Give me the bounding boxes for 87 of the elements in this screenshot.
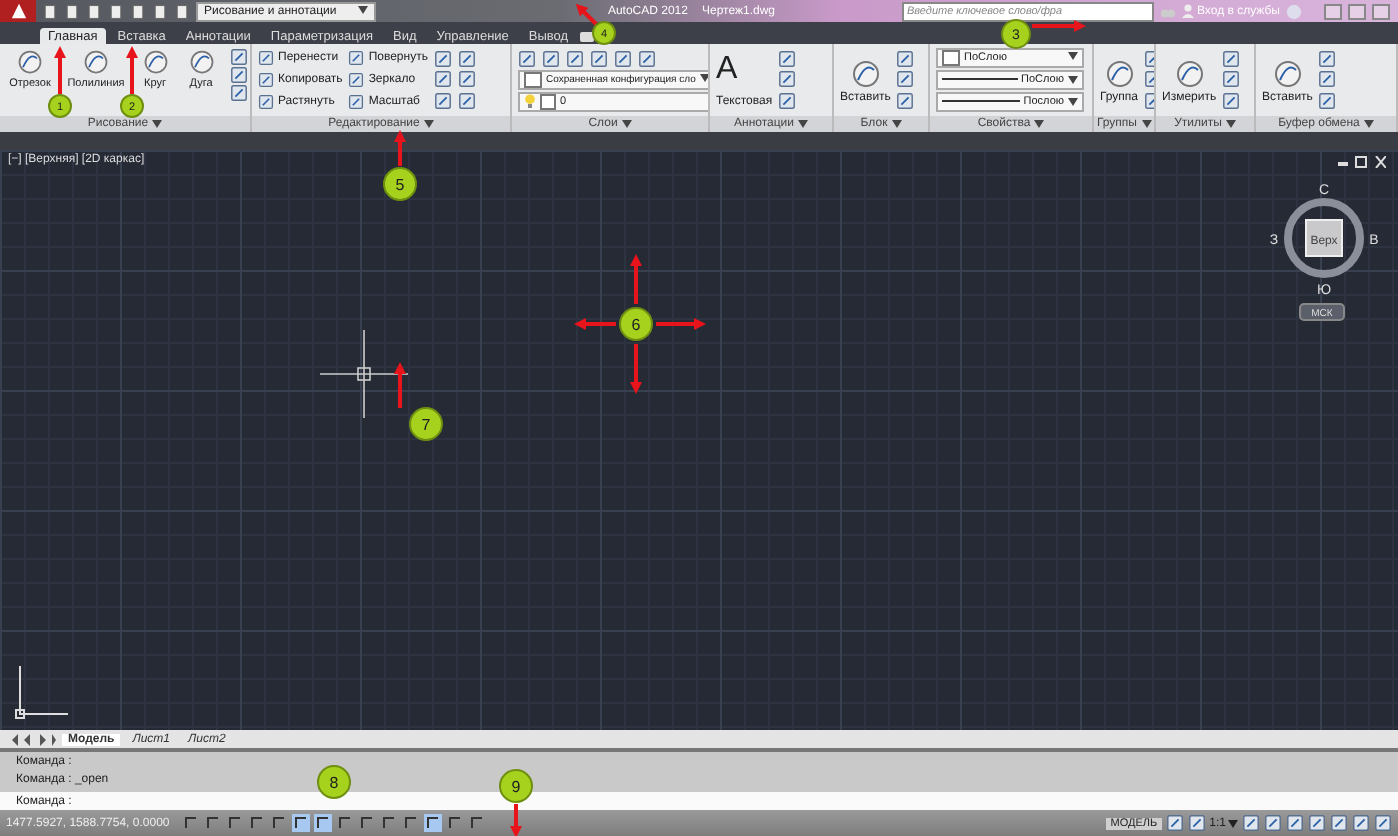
drafting-toggle[interactable] — [204, 814, 222, 832]
status-tool-icon — [1264, 814, 1282, 832]
minimize-icon[interactable] — [1324, 3, 1342, 19]
tool-icon — [896, 49, 915, 68]
layer-tool-icon — [590, 49, 608, 67]
tool-icon — [433, 92, 452, 111]
tool-icon — [1318, 70, 1337, 89]
caret-icon — [700, 73, 708, 81]
layer-tool-icon — [542, 49, 560, 67]
tool-icon — [1103, 57, 1136, 89]
tool-icon — [258, 93, 274, 110]
crosshair-cursor — [320, 330, 408, 418]
application-button[interactable] — [0, 0, 36, 22]
caret-icon — [891, 120, 902, 128]
tool-icon — [1222, 49, 1241, 68]
tool-icon — [348, 50, 365, 67]
tool-icon — [457, 49, 476, 68]
caret-icon — [1225, 120, 1236, 128]
drafting-toggle[interactable] — [182, 814, 200, 832]
drafting-toggle[interactable] — [314, 814, 332, 832]
tool-icon — [258, 71, 274, 88]
drafting-toggle[interactable] — [358, 814, 376, 832]
tool-icon — [896, 70, 915, 89]
caret-icon — [423, 120, 434, 128]
tool-icon — [778, 70, 797, 89]
tool-icon — [230, 84, 248, 102]
tool-icon — [778, 92, 797, 111]
tool-icon — [1173, 57, 1206, 89]
tool-icon — [230, 66, 248, 84]
layer-tool-icon — [566, 49, 584, 67]
callout-marker: 8 — [317, 765, 351, 799]
tool-icon — [1271, 57, 1304, 89]
caret-icon — [1034, 120, 1045, 128]
close-icon[interactable] — [1372, 3, 1390, 19]
tool-icon — [433, 49, 452, 68]
layer-tool-icon — [518, 49, 536, 67]
tool-icon — [1318, 49, 1337, 68]
drafting-toggle[interactable] — [424, 814, 442, 832]
caret-icon — [798, 120, 808, 128]
drafting-toggle[interactable] — [336, 814, 354, 832]
tool-icon — [348, 93, 365, 110]
document-icon[interactable] — [42, 3, 58, 19]
status-tool-icon — [1242, 814, 1260, 832]
caret-icon — [621, 120, 632, 128]
tool-icon — [778, 49, 797, 68]
layer-tool-icon — [638, 49, 656, 67]
caret-icon — [1141, 120, 1151, 128]
layout-icon — [1187, 814, 1206, 832]
restore-icon[interactable] — [1348, 3, 1366, 19]
tool-icon — [258, 50, 274, 67]
window-controls-icon[interactable] — [1338, 156, 1386, 168]
caret-icon — [1068, 97, 1078, 106]
caret-icon — [1068, 52, 1078, 61]
tool-icon — [896, 92, 915, 111]
tool-icon — [849, 57, 882, 89]
layer-tool-icon — [614, 49, 632, 67]
tool-icon — [457, 70, 476, 89]
tool-icon — [348, 71, 365, 88]
drafting-toggle[interactable] — [292, 814, 310, 832]
caret-icon — [1228, 819, 1238, 827]
ucs-axes-icon — [12, 662, 72, 722]
caret-icon — [1363, 120, 1374, 128]
text-tool-letter[interactable]: A — [716, 53, 738, 85]
tool-icon — [433, 70, 452, 89]
drafting-toggle[interactable] — [468, 814, 486, 832]
tool-icon — [1222, 92, 1241, 111]
caret-icon — [1068, 75, 1078, 84]
tool-icon — [1318, 92, 1337, 111]
status-tool-icon — [1286, 814, 1304, 832]
drafting-toggle[interactable] — [248, 814, 266, 832]
caret-icon — [358, 5, 368, 13]
drafting-toggle[interactable] — [446, 814, 464, 832]
status-tool-icon — [1352, 814, 1370, 832]
status-tool-icon — [1308, 814, 1326, 832]
layout-icon — [1165, 814, 1184, 832]
lightbulb-icon — [524, 94, 536, 108]
caret-icon — [152, 120, 163, 128]
drafting-toggle[interactable] — [270, 814, 288, 832]
status-tool-icon — [1330, 814, 1348, 832]
user-icon — [1181, 4, 1193, 18]
drafting-toggle[interactable] — [380, 814, 398, 832]
tool-icon — [1222, 70, 1241, 89]
tool-icon — [457, 92, 476, 111]
drafting-toggle[interactable] — [402, 814, 420, 832]
tab-navigation-icon[interactable] — [8, 733, 56, 745]
status-tool-icon — [1374, 814, 1392, 832]
drafting-toggle[interactable] — [226, 814, 244, 832]
